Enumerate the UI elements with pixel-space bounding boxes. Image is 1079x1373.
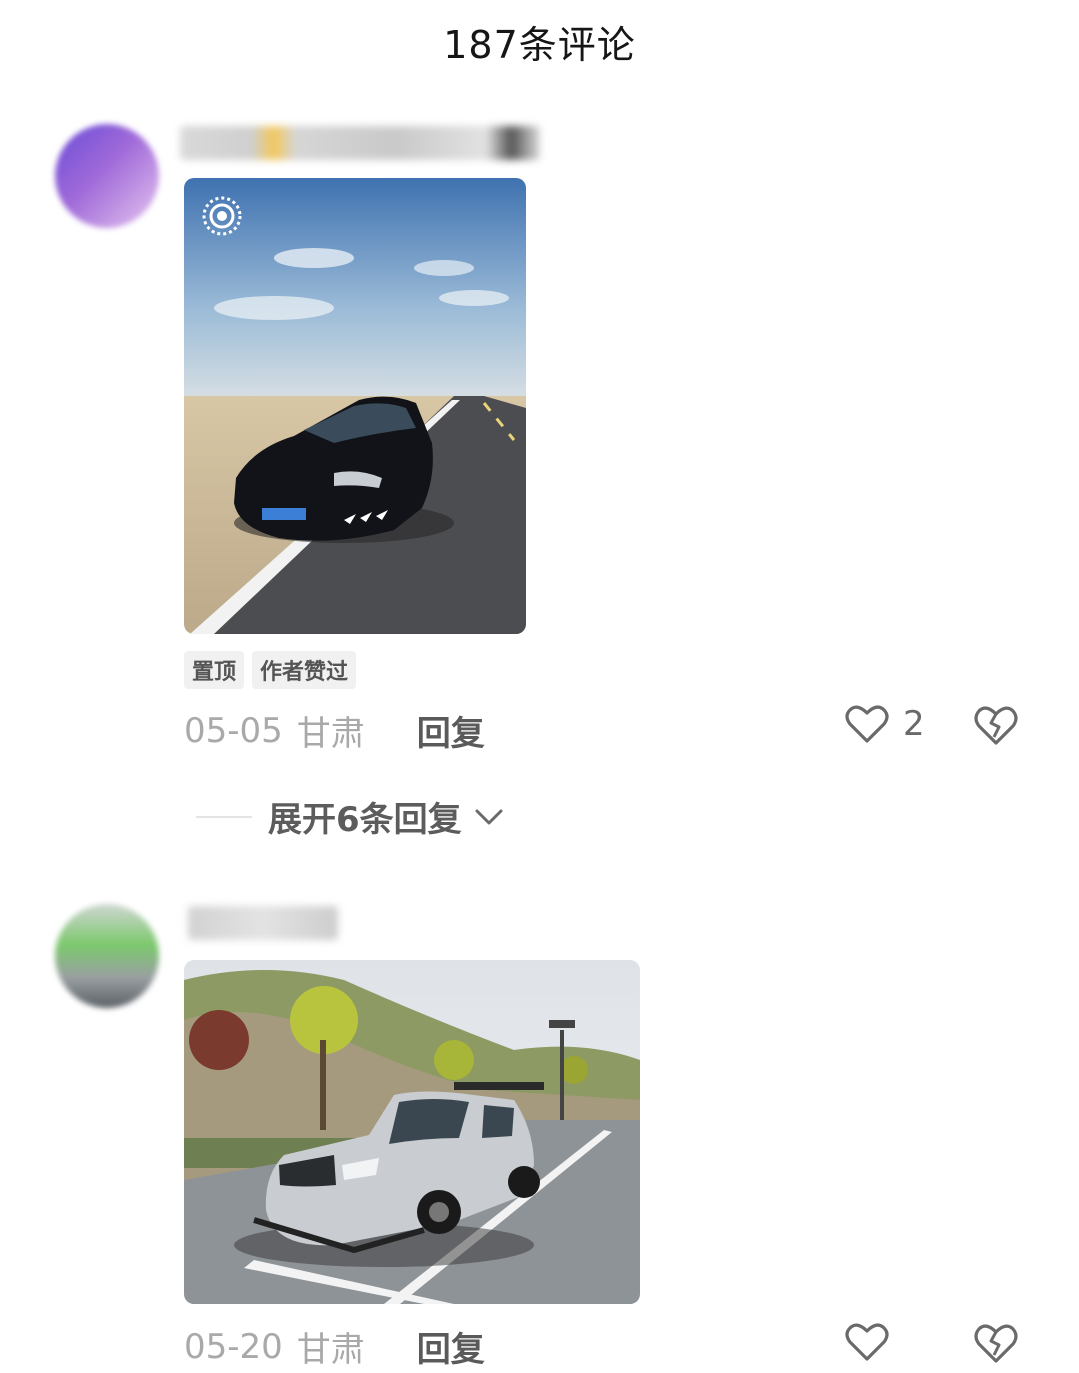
comment-location: 甘肃 bbox=[296, 1330, 365, 1370]
expand-replies-button[interactable]: 展开6条回复 bbox=[196, 792, 504, 841]
broken-heart-icon bbox=[974, 1324, 1018, 1363]
comment-meta: 05-20 甘肃 回复 bbox=[184, 1322, 485, 1371]
like-count: 2 bbox=[903, 704, 925, 744]
divider bbox=[196, 815, 252, 818]
avatar[interactable] bbox=[55, 904, 159, 1008]
like-button[interactable] bbox=[845, 1322, 889, 1362]
comment-date: 05-20 bbox=[184, 1326, 283, 1367]
comments-count-title: 187条评论 bbox=[443, 23, 636, 67]
comment-photo[interactable] bbox=[184, 178, 526, 634]
car-photo-black-sedan bbox=[184, 178, 526, 634]
heart-outline-icon bbox=[845, 705, 889, 743]
chevron-down-icon bbox=[475, 809, 503, 824]
reply-button[interactable]: 回复 bbox=[417, 706, 485, 755]
username-blurred[interactable] bbox=[180, 126, 540, 160]
broken-heart-icon bbox=[974, 706, 1018, 745]
dislike-button[interactable] bbox=[973, 704, 1019, 750]
car-photo-silver-wagon bbox=[184, 960, 640, 1304]
pinned-tag: 置顶 bbox=[184, 651, 245, 689]
comment-photo[interactable] bbox=[184, 960, 640, 1304]
dislike-button[interactable] bbox=[973, 1322, 1019, 1368]
author-liked-tag: 作者赞过 bbox=[252, 651, 357, 689]
comment-location: 甘肃 bbox=[296, 714, 365, 754]
expand-replies-label: 展开6条回复 bbox=[268, 800, 462, 840]
avatar[interactable] bbox=[55, 124, 159, 228]
like-button[interactable]: 2 bbox=[845, 704, 925, 744]
comment-tags: 置顶 作者赞过 bbox=[184, 651, 357, 689]
heart-outline-icon bbox=[845, 1323, 889, 1361]
username-blurred[interactable] bbox=[188, 906, 338, 940]
comment-meta: 05-05 甘肃 回复 bbox=[184, 706, 485, 755]
comment-date: 05-05 bbox=[184, 710, 283, 751]
reply-button[interactable]: 回复 bbox=[417, 1322, 485, 1371]
